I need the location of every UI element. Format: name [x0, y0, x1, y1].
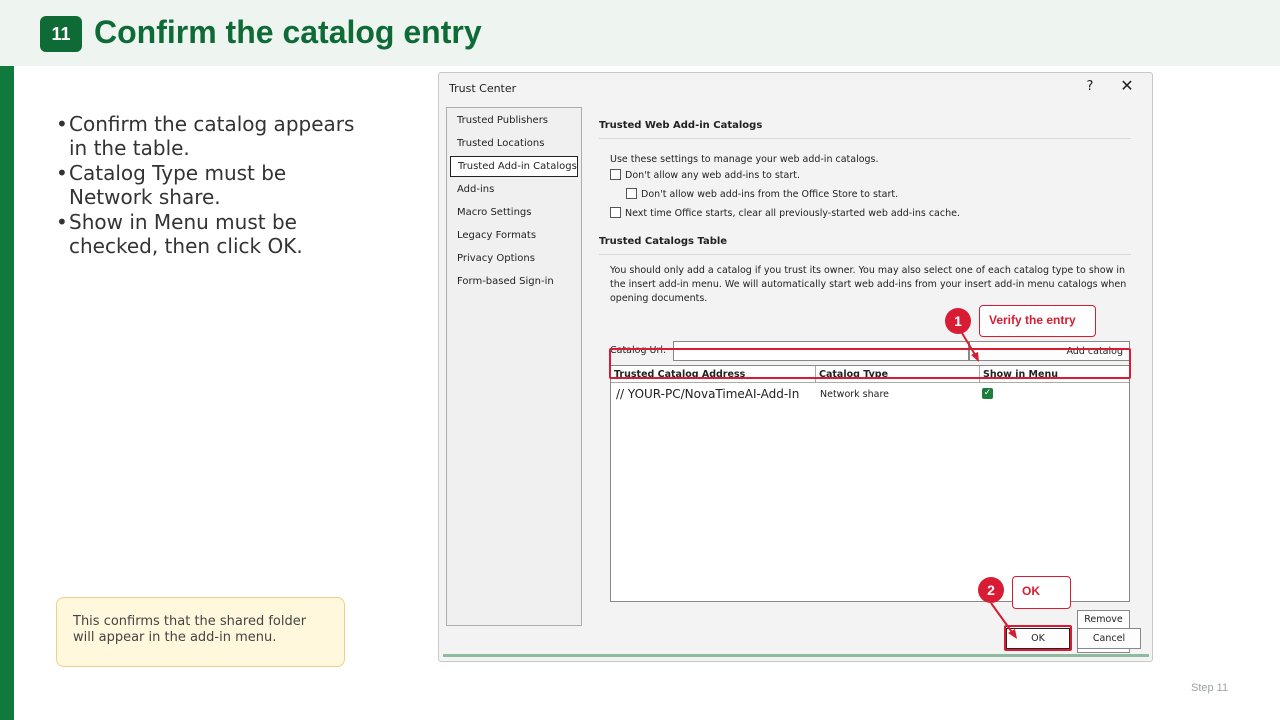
row-highlight — [609, 348, 1131, 379]
step-badge: 11 — [40, 16, 82, 52]
instruction-item: Show in Menu must be checked, then click… — [56, 210, 356, 258]
dont-allow-add-ins-checkbox[interactable] — [610, 169, 621, 180]
annotation-marker: 1 — [945, 308, 971, 334]
nav-trusted-add-in-catalogs[interactable]: Trusted Add-in Catalogs — [450, 156, 578, 177]
dialog-title: Trust Center — [449, 82, 517, 95]
office-store-label: Don't allow web add-ins from the Office … — [641, 189, 899, 200]
info-note: This confirms that the shared folder wil… — [56, 597, 345, 667]
step-footer: Step 11 — [1191, 682, 1229, 694]
ok-highlight — [1004, 625, 1072, 651]
show-in-menu-checkbox[interactable]: ✓ — [982, 388, 993, 399]
section-intro: Use these settings to manage your web ad… — [610, 154, 879, 165]
slide-title: Confirm the catalog entry — [94, 14, 482, 50]
nav-trusted-publishers[interactable]: Trusted Publishers — [450, 111, 578, 132]
close-icon[interactable]: ✕ — [1119, 78, 1135, 94]
nav-legacy-formats[interactable]: Legacy Formats — [450, 226, 578, 247]
instruction-item: Catalog Type must be Network share. — [56, 161, 356, 209]
remove-button[interactable]: Remove — [1077, 610, 1130, 630]
catalog-warning-text: You should only add a catalog if you tru… — [610, 265, 1127, 304]
clear-cache-checkbox[interactable] — [610, 207, 621, 218]
catalog-type-cell: Network share — [820, 389, 890, 400]
section-divider — [599, 254, 1131, 255]
clear-cache-label: Next time Office starts, clear all previ… — [625, 208, 960, 219]
annotation-marker: 2 — [978, 577, 1004, 603]
cancel-button[interactable]: Cancel — [1077, 628, 1141, 649]
nav-privacy-options[interactable]: Privacy Options — [450, 249, 578, 270]
catalog-address-cell: // YOUR-PC/NovaTimeAI-Add-In — [616, 387, 800, 401]
section-title-web-catalogs: Trusted Web Add-in Catalogs — [599, 120, 763, 131]
annotation-callout: OK — [1012, 576, 1071, 609]
office-store-checkbox[interactable] — [626, 188, 637, 199]
section-divider — [599, 138, 1131, 139]
nav-macro-settings[interactable]: Macro Settings — [450, 203, 578, 224]
nav-trusted-locations[interactable]: Trusted Locations — [450, 134, 578, 155]
instruction-item: Confirm the catalog appears in the table… — [56, 112, 356, 160]
section-title-catalogs-table: Trusted Catalogs Table — [599, 236, 728, 247]
trusted-catalogs-table: Trusted Catalog Address Catalog Type Sho… — [610, 365, 1130, 602]
help-icon[interactable]: ? — [1084, 79, 1096, 94]
trust-center-nav: Trusted Publishers Trusted Locations Tru… — [446, 107, 582, 626]
nav-add-ins[interactable]: Add-ins — [450, 180, 578, 201]
dialog-bottom-edge — [443, 654, 1149, 657]
dont-allow-add-ins-label: Don't allow any web add-ins to start. — [625, 170, 800, 181]
nav-form-based-sign-in[interactable]: Form-based Sign-in — [450, 272, 578, 293]
accent-bar — [0, 66, 14, 720]
annotation-callout: Verify the entry — [979, 305, 1096, 337]
instruction-list: Confirm the catalog appears in the table… — [56, 112, 356, 259]
